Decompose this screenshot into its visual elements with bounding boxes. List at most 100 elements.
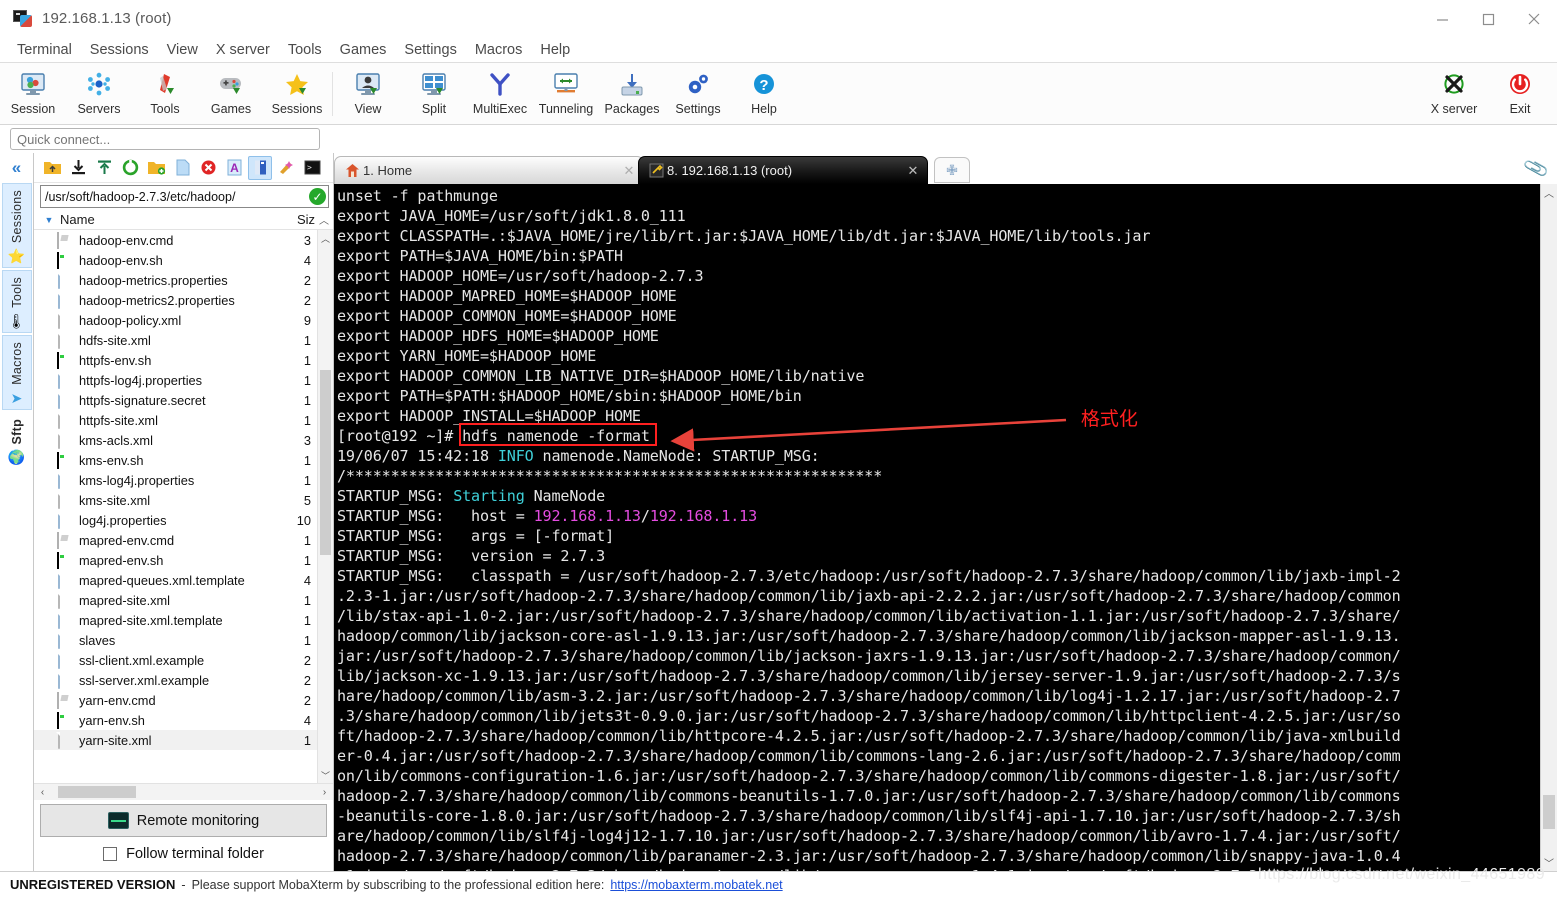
file-row[interactable]: kms-acls.xml 3 [34,430,317,450]
file-size: 1 [303,332,311,348]
terminal-scroll-thumb[interactable] [1543,795,1555,829]
close-button[interactable] [1511,0,1557,38]
refresh-icon[interactable] [118,156,142,180]
open-terminal-icon[interactable]: > [300,156,324,180]
file-row[interactable]: httpfs-env.sh 1 [34,350,317,370]
tab-home[interactable]: 1. Home ✕ [334,156,644,184]
file-row[interactable]: httpfs-log4j.properties 1 [34,370,317,390]
toolbar-games-button[interactable]: Games [198,66,264,122]
file-row[interactable]: hadoop-policy.xml 9 [34,310,317,330]
toolbar-exit-button[interactable]: Exit [1487,66,1553,122]
follow-terminal-folder-row[interactable]: Follow terminal folder [34,837,333,871]
terminal-output[interactable]: unset -f pathmunge export JAVA_HOME=/usr/… [334,184,1540,871]
permissions-icon[interactable] [274,156,298,180]
file-row[interactable]: hadoop-env.cmd 3 [34,230,317,250]
paperclip-icon[interactable]: 📎 [1522,155,1550,182]
terminal-scrollbar[interactable]: ︿ ﹀ [1540,184,1557,871]
collapse-sidebar-button[interactable]: « [2,155,32,181]
file-row[interactable]: hadoop-metrics.properties 2 [34,270,317,290]
file-row[interactable]: yarn-site.xml 1 [34,730,317,750]
menu-help[interactable]: Help [531,40,579,60]
menu-settings[interactable]: Settings [395,40,465,60]
scroll-right-icon[interactable]: › [316,787,333,798]
file-row[interactable]: kms-env.sh 1 [34,450,317,470]
delete-icon[interactable] [196,156,220,180]
sidebar-item-sftp[interactable]: 🌍 Sftp [1,411,32,470]
file-row[interactable]: yarn-env.sh 4 [34,710,317,730]
path-ok-icon[interactable]: ✓ [309,188,326,205]
sidebar-item-sessions[interactable]: ⭐ Sessions [1,183,32,269]
sort-arrow-icon[interactable]: ▼ [38,215,60,225]
file-row[interactable]: mapred-site.xml.template 1 [34,610,317,630]
menu-terminal[interactable]: Terminal [8,40,81,60]
menu-view[interactable]: View [158,40,207,60]
file-row[interactable]: kms-site.xml 5 [34,490,317,510]
menu-macros[interactable]: Macros [466,40,532,60]
scroll-up-icon[interactable]: ︿ [318,230,333,246]
binary-mode-icon[interactable] [248,155,272,180]
file-row[interactable]: mapred-queues.xml.template 4 [34,570,317,590]
scroll-left-icon[interactable]: ‹ [34,787,51,798]
maximize-button[interactable] [1465,0,1511,38]
download-icon[interactable] [66,156,90,180]
menu-tools[interactable]: Tools [279,40,331,60]
file-row[interactable]: mapred-site.xml 1 [34,590,317,610]
tab-session-192-168-1-13[interactable]: 8. 192.168.1.13 (root) ✕ [638,156,928,184]
file-row[interactable]: httpfs-site.xml 1 [34,410,317,430]
toolbar-view-button[interactable]: View [335,66,401,122]
file-row[interactable]: mapred-env.cmd 1 [34,530,317,550]
file-row[interactable]: kms-log4j.properties 1 [34,470,317,490]
file-row[interactable]: log4j.properties 10 [34,510,317,530]
parent-folder-icon[interactable] [40,156,64,180]
upload-icon[interactable] [92,156,116,180]
toolbar-session-button[interactable]: Session [0,66,66,122]
hscroll-thumb[interactable] [58,786,136,798]
new-tab-button[interactable]: ✙ [934,157,970,183]
file-list-vertical-scrollbar[interactable]: ︿ ﹀ [317,230,333,783]
menu-x-server[interactable]: X server [207,40,279,60]
chevron-up-icon[interactable]: ︿ [315,212,333,227]
follow-terminal-folder-checkbox[interactable] [103,847,118,861]
toolbar-multiexec-button[interactable]: MultiExec [467,66,533,122]
sidebar-item-macros[interactable]: ➤ Macros [1,334,32,410]
column-size[interactable]: Siz [279,212,315,227]
toolbar-packages-button[interactable]: Packages [599,66,665,122]
menu-games[interactable]: Games [331,40,396,60]
file-row[interactable]: hadoop-env.sh 4 [34,250,317,270]
file-row[interactable]: slaves 1 [34,630,317,650]
tab-home-close-icon[interactable]: ✕ [621,163,637,179]
scroll-thumb[interactable] [320,370,331,555]
mobaxterm-link[interactable]: https://mobaxterm.mobatek.net [610,878,782,892]
file-row[interactable]: hdfs-site.xml 1 [34,330,317,350]
text-mode-icon[interactable]: A [222,156,246,180]
terminal-scroll-down-icon[interactable]: ﹀ [1541,854,1557,871]
tab-session-close-icon[interactable]: ✕ [905,163,921,179]
file-list-horizontal-scrollbar[interactable]: ‹ › [34,783,333,800]
file-row[interactable]: yarn-env.cmd 2 [34,690,317,710]
new-file-icon[interactable] [170,156,194,180]
toolbar-x-server-button[interactable]: X server [1421,66,1487,122]
toolbar-tools-button[interactable]: Tools [132,66,198,122]
minimize-button[interactable] [1419,0,1465,38]
new-folder-icon[interactable] [144,156,168,180]
file-row[interactable]: hadoop-metrics2.properties 2 [34,290,317,310]
column-name[interactable]: Name [60,212,279,227]
toolbar-servers-button[interactable]: Servers [66,66,132,122]
file-list[interactable]: hadoop-env.cmd 3 hadoop-env.sh 4 hadoop-metr… [34,230,317,783]
file-row[interactable]: mapred-env.sh 1 [34,550,317,570]
toolbar-sessions-button[interactable]: Sessions [264,66,330,122]
toolbar-tunneling-button[interactable]: Tunneling [533,66,599,122]
path-field[interactable]: /usr/soft/hadoop-2.7.3/etc/hadoop/ ✓ [40,185,329,208]
toolbar-help-button[interactable]: ? Help [731,66,797,122]
file-row[interactable]: httpfs-signature.secret 1 [34,390,317,410]
file-row[interactable]: ssl-client.xml.example 2 [34,650,317,670]
quick-connect-input[interactable] [10,128,320,150]
toolbar-settings-button[interactable]: Settings [665,66,731,122]
toolbar-split-button[interactable]: Split [401,66,467,122]
menu-sessions[interactable]: Sessions [81,40,158,60]
terminal-scroll-up-icon[interactable]: ︿ [1541,184,1557,201]
file-row[interactable]: ssl-server.xml.example 2 [34,670,317,690]
remote-monitoring-button[interactable]: Remote monitoring [40,804,327,837]
scroll-down-icon[interactable]: ﹀ [318,767,333,783]
sidebar-item-tools[interactable]: 🌡 Tools [1,270,32,333]
